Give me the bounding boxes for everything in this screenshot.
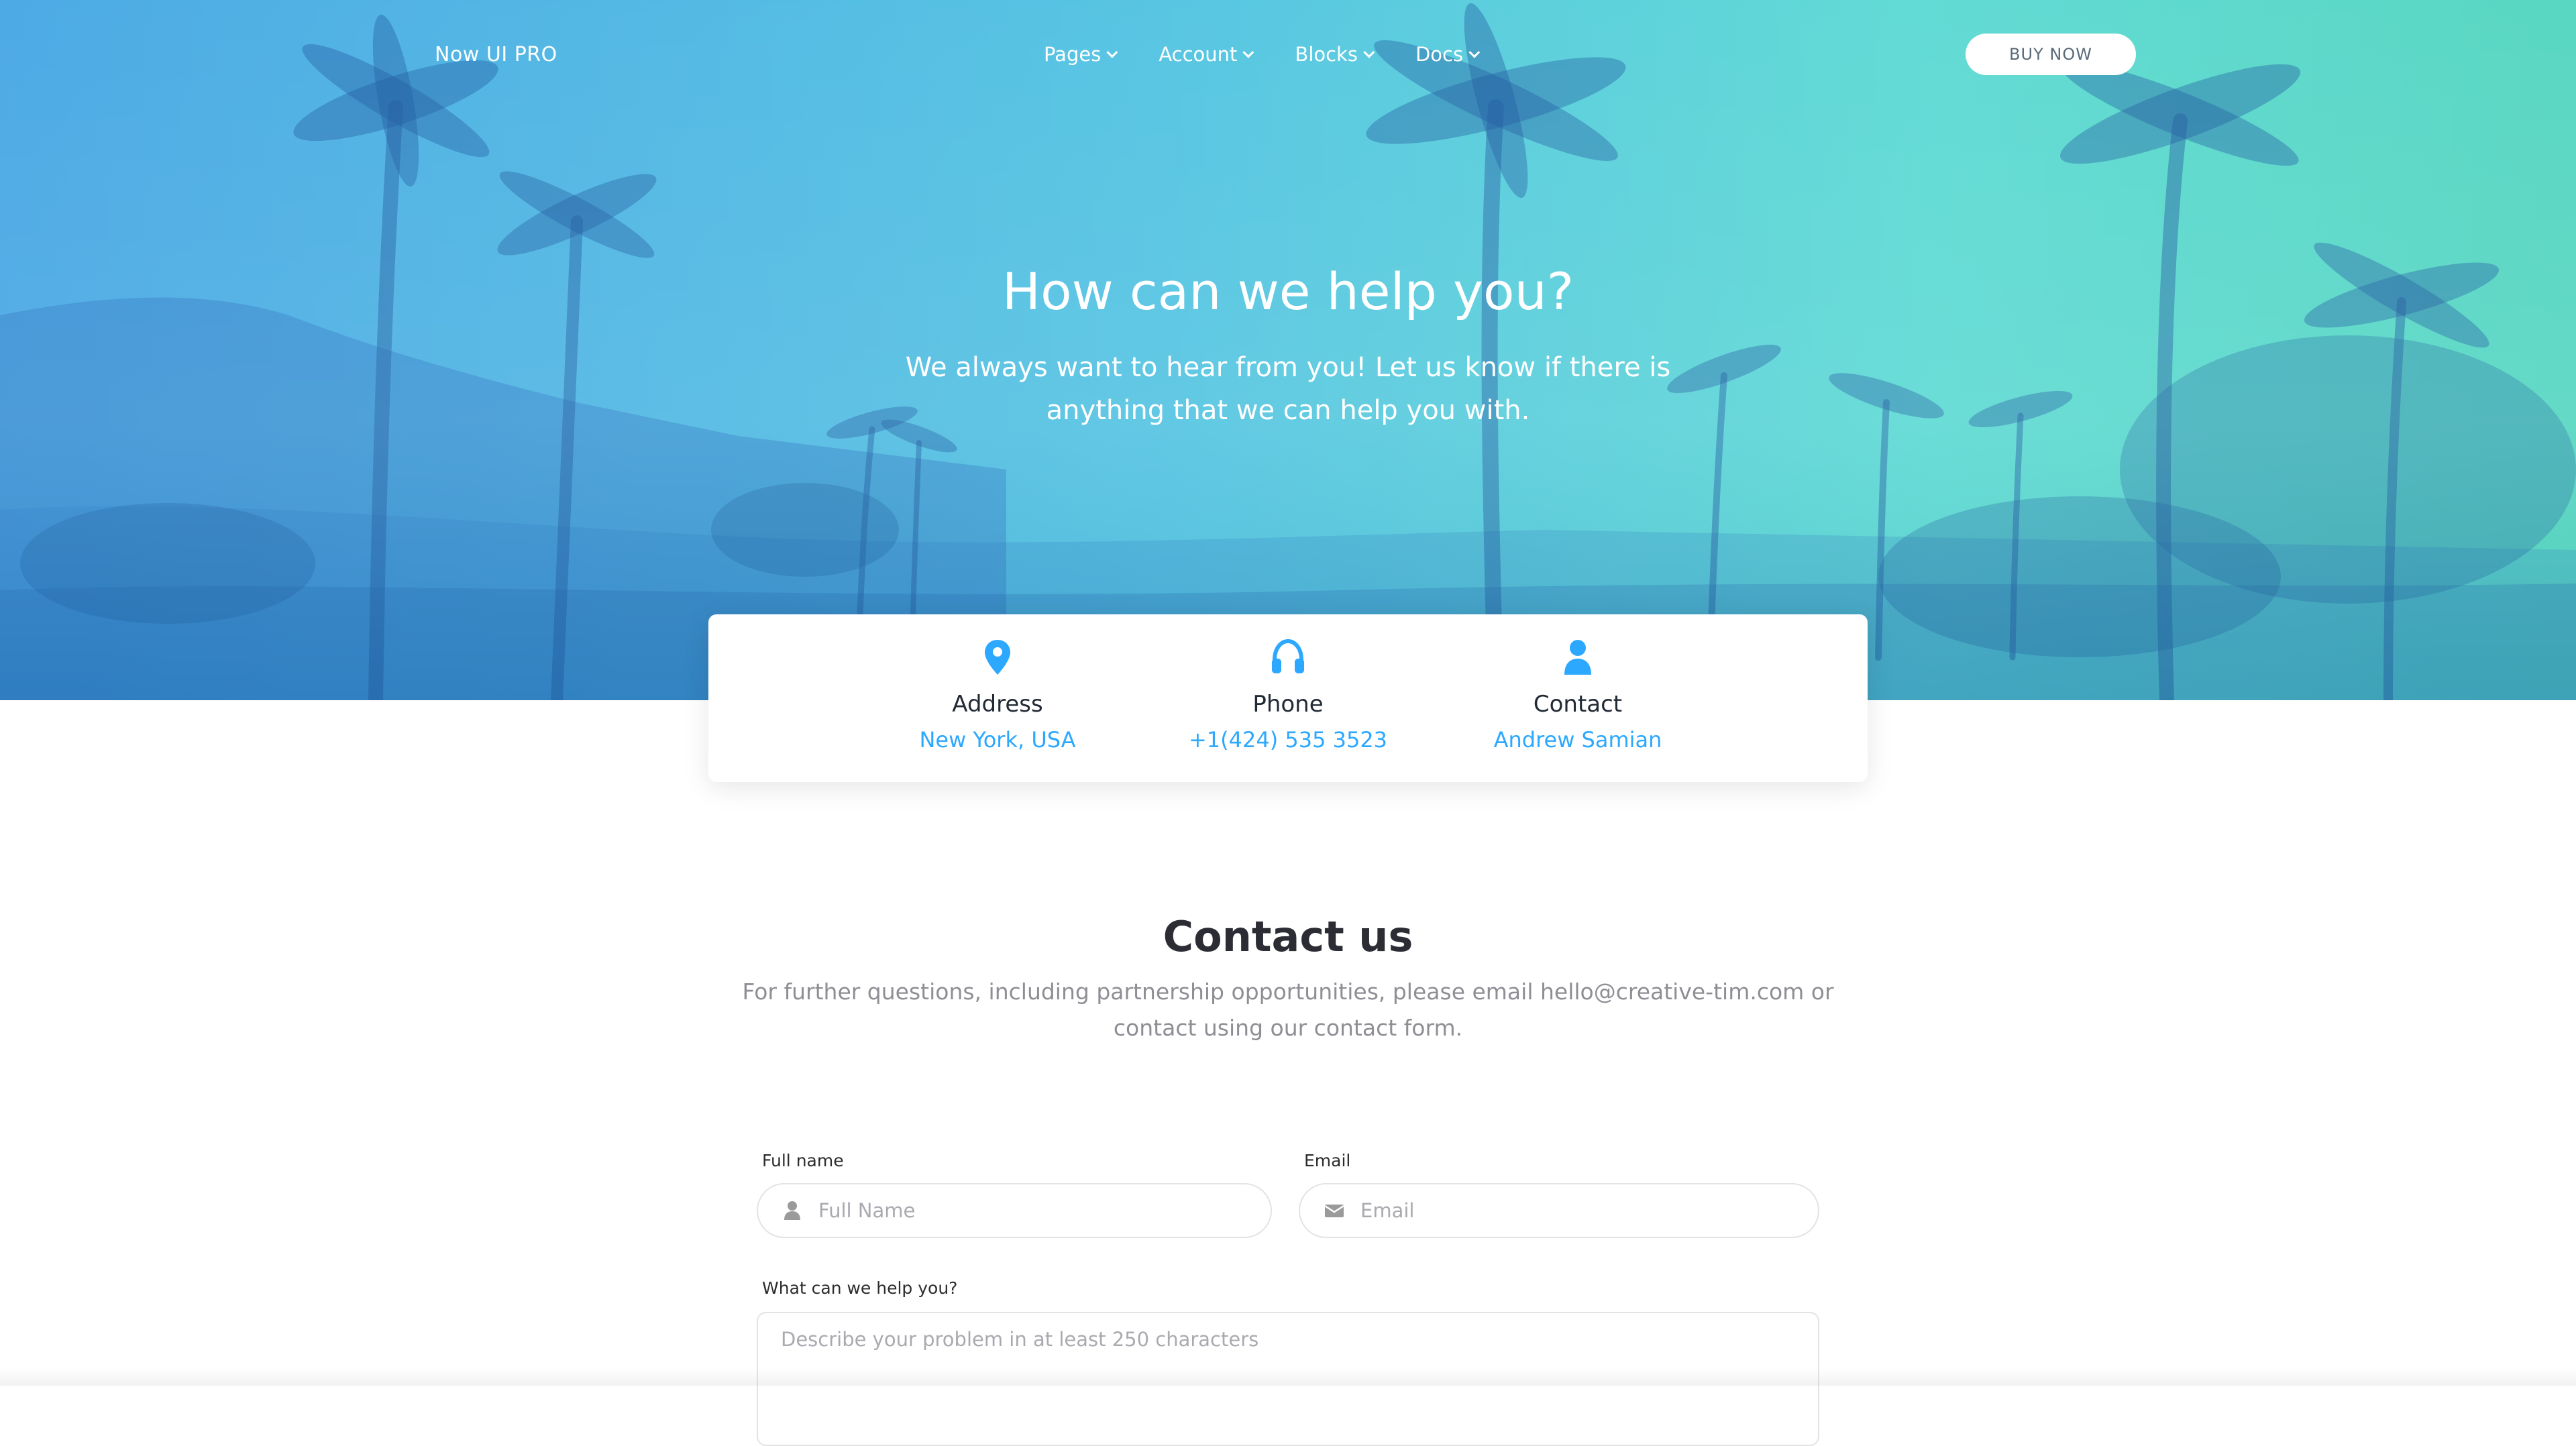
nav-item-label: Account — [1159, 43, 1238, 66]
email-placeholder: Email — [1360, 1199, 1415, 1222]
message-placeholder: Describe your problem in at least 250 ch… — [781, 1328, 1259, 1351]
full-name-label: Full name — [762, 1151, 844, 1170]
user-icon — [781, 1199, 804, 1222]
info-value[interactable]: Andrew Samian — [1444, 727, 1712, 753]
info-value[interactable]: +1(424) 535 3523 — [1154, 727, 1422, 753]
nav-item-label: Pages — [1044, 43, 1102, 66]
chevron-down-icon — [1242, 46, 1254, 58]
contact-title: Contact us — [1163, 912, 1413, 961]
main-nav: Pages Account Blocks Docs — [1044, 43, 1521, 66]
nav-item-label: Blocks — [1295, 43, 1358, 66]
user-icon — [1564, 640, 1591, 675]
info-value[interactable]: New York, USA — [863, 727, 1132, 753]
bottom-shadow — [0, 1368, 2576, 1386]
nav-item-docs[interactable]: Docs — [1415, 43, 1481, 66]
full-name-placeholder: Full Name — [818, 1199, 916, 1222]
full-name-input[interactable]: Full Name — [757, 1183, 1272, 1238]
info-label: Contact — [1533, 691, 1623, 718]
info-contact: Contact Andrew Samian — [1444, 638, 1712, 753]
hero-section: Now UI PRO Pages Account Blocks Docs BUY… — [0, 0, 2576, 700]
buy-now-button[interactable]: BUY NOW — [1966, 34, 2136, 75]
email-label: Email — [1304, 1151, 1351, 1170]
nav-item-account[interactable]: Account — [1159, 43, 1254, 66]
info-label: Phone — [1252, 691, 1324, 718]
hero-title: How can we help you? — [1002, 262, 1574, 321]
message-label: What can we help you? — [762, 1278, 958, 1298]
email-input[interactable]: Email — [1299, 1183, 1819, 1238]
chevron-down-icon — [1468, 46, 1481, 58]
brand-logo[interactable]: Now UI PRO — [435, 43, 557, 66]
chevron-down-icon — [1363, 46, 1375, 58]
contact-info-card: Address New York, USA Phone +1(424) 535 … — [708, 614, 1868, 782]
chevron-down-icon — [1106, 46, 1118, 58]
nav-item-blocks[interactable]: Blocks — [1295, 43, 1375, 66]
nav-item-label: Docs — [1415, 43, 1464, 66]
hero-subtitle: We always want to hear from you! Let us … — [905, 352, 1671, 426]
info-address: Address New York, USA — [863, 638, 1132, 753]
info-phone: Phone +1(424) 535 3523 — [1154, 638, 1422, 753]
map-pin-icon — [985, 640, 1010, 675]
contact-description: For further questions, including partner… — [742, 979, 1834, 1041]
headphones-icon — [1272, 638, 1304, 673]
envelope-icon — [1323, 1199, 1346, 1222]
nav-item-pages[interactable]: Pages — [1044, 43, 1118, 66]
info-label: Address — [952, 691, 1043, 718]
